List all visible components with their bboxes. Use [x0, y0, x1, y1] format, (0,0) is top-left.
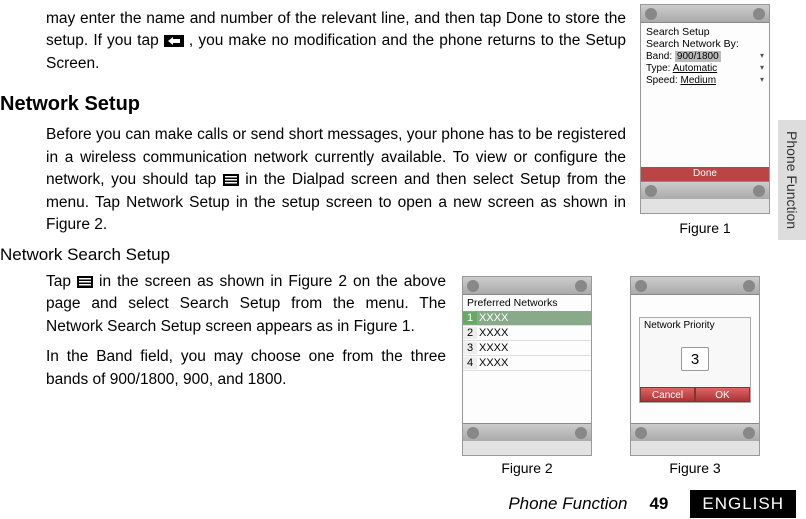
fig3-body: Network Priority 3 Cancel OK [631, 295, 759, 423]
list-item[interactable]: 4XXXX [463, 356, 591, 371]
fig1-subtitle: Search Network By: [646, 38, 764, 50]
menu-icon [77, 276, 93, 288]
cancel-button[interactable]: Cancel [640, 387, 695, 402]
search-setup-paragraph-2: In the Band field, you may choose one fr… [46, 346, 446, 391]
speed-field[interactable]: Speed: Medium ▾ [646, 75, 764, 86]
page: Phone Function may enter the name and nu… [0, 0, 806, 519]
network-priority-dialog: Network Priority 3 Cancel OK [639, 317, 751, 403]
fig2-title: Preferred Networks [463, 295, 591, 311]
done-button[interactable]: Done [641, 167, 769, 181]
list-item-number: 2 [463, 327, 477, 339]
list-item-number: 4 [463, 357, 477, 369]
fig3-titlebar [631, 277, 759, 295]
chevron-down-icon: ▾ [760, 63, 764, 72]
fig1-titlebar [641, 5, 769, 23]
list-item-value: XXXX [479, 342, 508, 354]
list-item-number: 1 [463, 312, 477, 324]
fig2-body: Preferred Networks 1XXXX2XXXX3XXXX4XXXX [463, 295, 591, 423]
preferred-networks-list: 1XXXX2XXXX3XXXX4XXXX [463, 311, 591, 371]
list-item-value: XXXX [479, 357, 508, 369]
band-field[interactable]: Band: 900/1800 ▾ [646, 51, 764, 62]
band-value: 900/1800 [675, 51, 721, 62]
list-item[interactable]: 3XXXX [463, 341, 591, 356]
figure-3-screenshot: Network Priority 3 Cancel OK [630, 276, 760, 456]
network-search-setup-heading: Network Search Setup [0, 245, 626, 265]
list-item-value: XXXX [479, 327, 508, 339]
footer-language: ENGLISH [690, 490, 796, 518]
back-arrow-icon [164, 35, 184, 47]
figure-1-caption: Figure 1 [640, 220, 770, 236]
list-item[interactable]: 2XXXX [463, 326, 591, 341]
fig3-bottombar [631, 423, 759, 441]
ok-button[interactable]: OK [695, 387, 750, 402]
figure-3-caption: Figure 3 [630, 460, 760, 476]
fig2-bottombar [463, 423, 591, 441]
chevron-down-icon: ▾ [760, 75, 764, 84]
figure-2-screenshot: Preferred Networks 1XXXX2XXXX3XXXX4XXXX [462, 276, 592, 456]
speed-label: Speed: [646, 75, 678, 86]
intro-paragraph: may enter the name and number of the rel… [46, 8, 626, 75]
network-setup-paragraph: Before you can make calls or send short … [46, 124, 626, 236]
footer-section: Phone Function [508, 494, 627, 514]
ss-text-post: in the screen as shown in Figure 2 on th… [46, 273, 446, 335]
fig2-titlebar [463, 277, 591, 295]
network-setup-heading: Network Setup [0, 93, 626, 116]
menu-icon [223, 174, 239, 186]
fig1-title: Search Setup [646, 26, 764, 38]
figure-1-screenshot: Search Setup Search Network By: Band: 90… [640, 4, 770, 214]
band-label: Band: [646, 51, 672, 62]
list-item-number: 3 [463, 342, 477, 354]
fig1-bottombar [641, 181, 769, 199]
footer-page-number: 49 [649, 494, 668, 514]
type-value: Automatic [673, 63, 717, 74]
type-field[interactable]: Type: Automatic ▾ [646, 63, 764, 74]
side-tab: Phone Function [778, 120, 806, 240]
type-label: Type: [646, 63, 670, 74]
dialog-title: Network Priority [640, 318, 750, 333]
list-item-value: XXXX [479, 312, 508, 324]
chevron-down-icon: ▾ [760, 51, 764, 60]
side-tab-label: Phone Function [784, 131, 800, 229]
priority-value-box[interactable]: 3 [681, 347, 709, 371]
speed-value: Medium [680, 75, 716, 86]
page-footer: Phone Function 49 ENGLISH [0, 489, 806, 519]
search-setup-paragraph-1: Tap in the screen as shown in Figure 2 o… [46, 271, 446, 338]
list-item[interactable]: 1XXXX [463, 311, 591, 326]
ss-text-pre: Tap [46, 273, 77, 290]
fig1-body: Search Setup Search Network By: Band: 90… [641, 23, 769, 181]
figure-2-caption: Figure 2 [462, 460, 592, 476]
